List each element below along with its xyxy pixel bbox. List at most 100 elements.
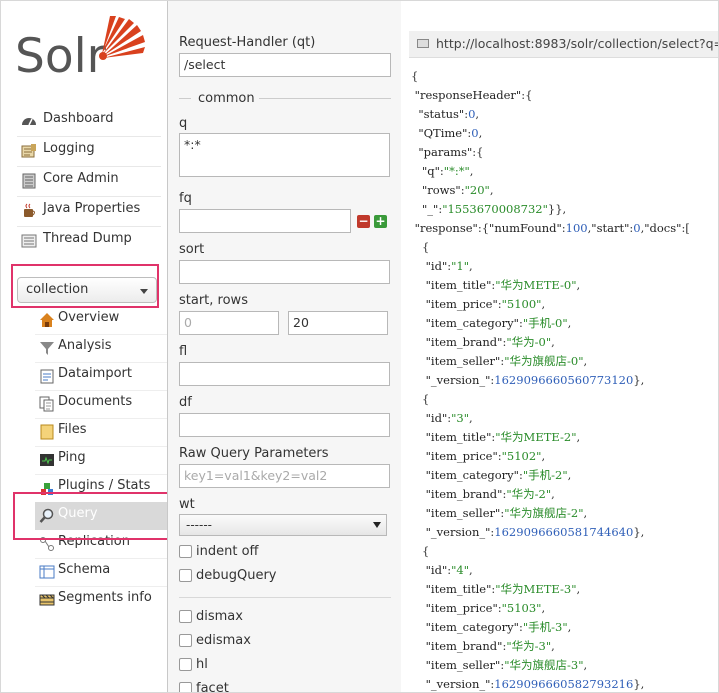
json-text: , xyxy=(583,354,588,368)
json-line: "id":"3", xyxy=(411,409,690,428)
nav-item-thread-dump[interactable]: Thread Dump xyxy=(21,227,161,255)
dismax-checkbox[interactable] xyxy=(179,610,192,623)
request-handler-label: Request-Handler (qt) xyxy=(179,35,316,50)
df-input[interactable] xyxy=(179,413,390,437)
start-input[interactable]: 0 xyxy=(179,311,279,335)
core-menu-label: Files xyxy=(58,422,87,437)
json-line: { xyxy=(411,390,690,409)
wt-select[interactable]: ------ xyxy=(179,514,387,536)
json-string: "华为METE-2" xyxy=(495,430,577,444)
json-line: "q":"*:*", xyxy=(411,162,690,181)
json-text: :[ xyxy=(681,221,690,235)
sort-label: sort xyxy=(179,242,205,257)
solr-logo[interactable]: Solr xyxy=(15,15,149,87)
core-menu-dataimport[interactable]: Dataimport xyxy=(35,362,167,390)
results-panel: http://localhost:8983/solr/collection/se… xyxy=(401,1,718,692)
core-menu-documents[interactable]: Documents xyxy=(35,390,167,418)
json-text: , xyxy=(478,126,483,140)
common-fieldset-legend: common xyxy=(179,91,391,106)
json-string: "华为旗舰店-2" xyxy=(504,506,584,520)
request-handler-input[interactable]: /select xyxy=(179,53,391,77)
core-menu-schema[interactable]: Schema xyxy=(35,558,167,586)
json-text: "_version_" xyxy=(425,677,491,691)
json-text: "item_brand" xyxy=(425,639,503,653)
json-line: "_version_":1629096660581744640}, xyxy=(411,523,690,542)
nav-item-label: Logging xyxy=(43,141,95,156)
home-icon xyxy=(40,313,54,327)
debug-query-checkbox[interactable] xyxy=(179,569,192,582)
q-textarea[interactable]: *:* xyxy=(179,133,390,177)
json-string: "3" xyxy=(451,411,470,425)
json-line: "item_price":"5102", xyxy=(411,447,690,466)
nav-item-core-admin[interactable]: Core Admin xyxy=(21,167,161,195)
indent-checkbox[interactable] xyxy=(179,545,192,558)
core-menu-overview[interactable]: Overview xyxy=(35,306,167,334)
core-menu-label: Dataimport xyxy=(58,366,132,381)
json-text: "response" xyxy=(414,221,478,235)
json-text: , xyxy=(551,487,555,501)
dismax-label: dismax xyxy=(196,609,243,624)
core-admin-icon xyxy=(22,173,36,189)
core-selector[interactable]: collection xyxy=(17,277,157,303)
fq-label: fq xyxy=(179,191,192,206)
json-text: , xyxy=(567,316,572,330)
core-menu-label: Segments info xyxy=(58,590,152,605)
nav-item-dashboard[interactable]: Dashboard xyxy=(21,107,161,135)
edismax-checkbox[interactable] xyxy=(179,634,192,647)
core-menu-label: Plugins / Stats xyxy=(58,478,151,493)
json-text: "_version_" xyxy=(425,373,491,387)
json-text: , xyxy=(489,183,494,197)
facet-checkbox[interactable] xyxy=(179,682,192,692)
nav-item-label: Core Admin xyxy=(43,171,119,186)
json-string: "手机-2" xyxy=(522,468,568,482)
json-number: 100 xyxy=(565,221,588,235)
json-text: , xyxy=(576,582,581,596)
json-text: "numFound" xyxy=(489,221,562,235)
fl-input[interactable] xyxy=(179,362,390,386)
query-menu-highlight xyxy=(13,492,173,540)
start-rows-label: start, rows xyxy=(179,293,248,308)
json-text: , xyxy=(567,620,572,634)
thread-dump-icon xyxy=(21,234,37,248)
sort-input[interactable] xyxy=(179,260,390,284)
nav-item-java-properties[interactable]: Java Properties xyxy=(21,197,161,225)
core-menu-ping[interactable]: Ping xyxy=(35,446,167,474)
core-menu-label: Overview xyxy=(58,310,120,325)
json-line: "item_seller":"华为旗舰店-2", xyxy=(411,504,690,523)
json-text: , xyxy=(541,601,546,615)
json-line: "item_category":"手机-0", xyxy=(411,314,690,333)
core-menu-analysis[interactable]: Analysis xyxy=(35,334,167,362)
json-text: "q" xyxy=(421,164,440,178)
hl-checkbox[interactable] xyxy=(179,658,192,671)
json-line: "item_brand":"华为-3", xyxy=(411,637,690,656)
json-line: "rows":"20", xyxy=(411,181,690,200)
add-fq-button[interactable]: + xyxy=(374,215,387,228)
json-text: , xyxy=(576,430,581,444)
json-text: :{ xyxy=(521,88,533,102)
nav-item-label: Dashboard xyxy=(43,111,114,126)
query-form: Request-Handler (qt) /select common q *:… xyxy=(167,1,403,692)
fq-input[interactable] xyxy=(179,209,351,233)
raw-params-label: Raw Query Parameters xyxy=(179,446,329,461)
json-text: "_" xyxy=(421,202,439,216)
nav-item-logging[interactable]: Logging xyxy=(21,137,161,165)
json-text: "item_price" xyxy=(425,297,498,311)
json-response: { "responseHeader":{ "status":0, "QTime"… xyxy=(411,67,690,692)
json-text: "_version_" xyxy=(425,525,491,539)
raw-params-input[interactable]: key1=val1&key2=val2 xyxy=(179,464,390,488)
json-string: "手机-0" xyxy=(522,316,568,330)
core-menu-files[interactable]: Files xyxy=(35,418,167,446)
json-text: { xyxy=(421,240,430,254)
json-string: "1553670008732" xyxy=(442,202,548,216)
request-url-bar[interactable]: http://localhost:8983/solr/collection/se… xyxy=(409,31,718,58)
facet-label: facet xyxy=(196,681,229,693)
remove-fq-button[interactable]: − xyxy=(357,215,370,228)
json-string: "华为旗舰店-0" xyxy=(504,354,584,368)
core-menu-segments-info[interactable]: Segments info xyxy=(35,586,167,614)
dashboard-icon xyxy=(22,118,36,126)
solr-sunburst-icon xyxy=(99,16,145,60)
json-text: , xyxy=(469,259,473,273)
rows-input[interactable]: 20 xyxy=(288,311,388,335)
fl-label: fl xyxy=(179,344,188,359)
request-url[interactable]: http://localhost:8983/solr/collection/se… xyxy=(436,36,718,51)
